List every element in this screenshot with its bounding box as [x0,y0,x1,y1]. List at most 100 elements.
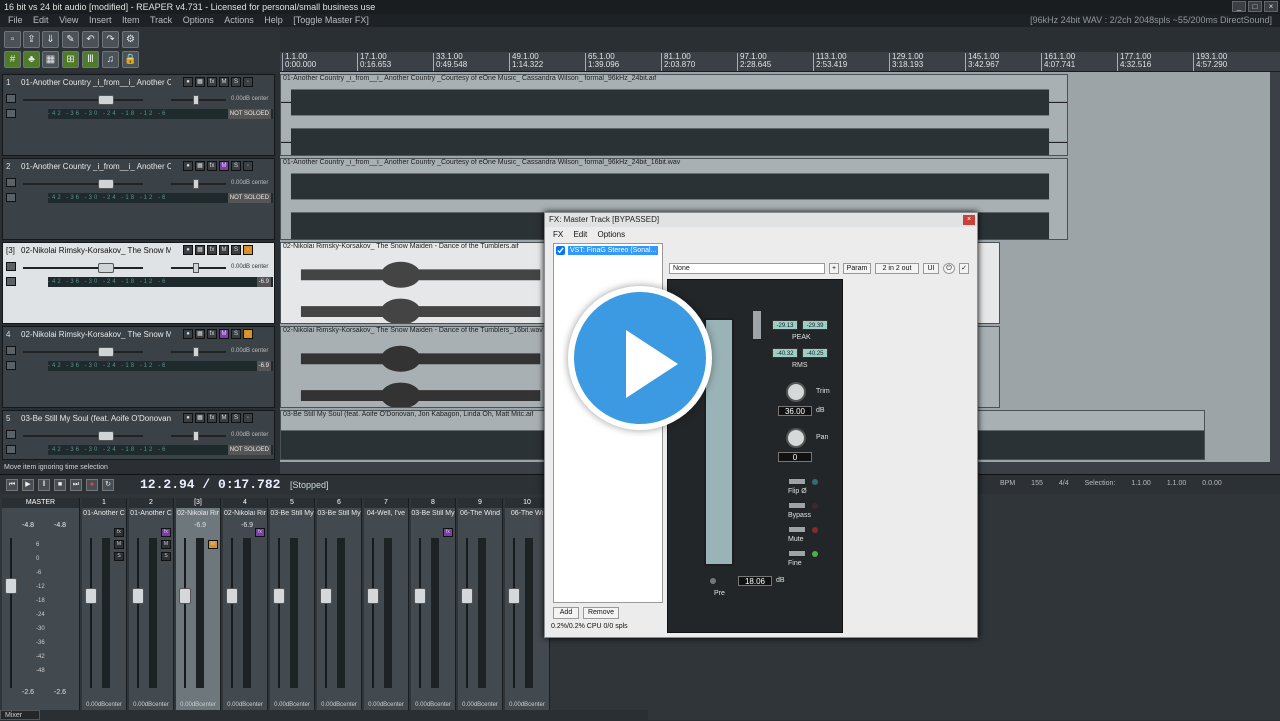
envelope-points-icon[interactable]: ♫ [102,51,119,68]
menu-help[interactable]: Help [264,15,283,25]
menu-actions[interactable]: Actions [224,15,254,25]
trim-value[interactable]: 36.00 [778,406,812,416]
pause-icon[interactable]: ‖ [38,479,50,491]
io-button[interactable]: ◦ [243,245,253,255]
mixer-tab[interactable]: Mixer [0,710,40,720]
solo-button[interactable]: S [231,77,241,87]
strip-fader-track[interactable] [372,538,374,688]
strip-fader-knob[interactable] [508,588,520,604]
track-name[interactable]: 01-Another Country _i_from__i_ Another C… [21,78,171,87]
volume-knob[interactable] [98,95,114,105]
strip-fader-track[interactable] [325,538,327,688]
vertical-scrollbar[interactable] [1270,72,1280,462]
solo-button[interactable]: S [231,245,241,255]
volume-slider[interactable] [23,351,143,353]
volume-knob[interactable] [98,179,114,189]
mute-button[interactable]: M [219,77,229,87]
strip-name[interactable]: 02-Nikolai Rir [176,510,220,520]
go-to-end-icon[interactable]: ⏭ [70,479,82,491]
io-button[interactable]: ◦ [243,413,253,423]
monitor-button[interactable]: ▦ [195,245,205,255]
mute-button[interactable]: M [219,161,229,171]
record-arm-button[interactable]: ● [183,77,193,87]
track-header[interactable]: 5 03-Be Still My Soul (feat. Aoife O'Don… [2,410,275,460]
volume-slider[interactable] [23,183,143,185]
mute-button[interactable]: M [219,413,229,423]
project-settings-icon[interactable]: ✎ [62,31,79,48]
pan-knob[interactable] [193,263,199,273]
fx-chain-item[interactable]: VST: FinaG Stereo (Sonal... [556,246,659,255]
record-arm-button[interactable]: ● [183,161,193,171]
auto-crossfade-icon[interactable]: Ⅲ [82,51,99,68]
strip-fader-knob[interactable] [179,588,191,604]
trim-knob[interactable] [786,382,806,402]
strip-name[interactable]: 06-The Wi [505,510,549,520]
strip-fader-knob[interactable] [320,588,332,604]
pan-knob[interactable] [193,431,199,441]
strip-fx-button[interactable]: fx [255,528,265,537]
volume-slider[interactable] [23,99,143,101]
open-project-icon[interactable]: ⇪ [23,31,40,48]
io-button[interactable]: ◦ [243,161,253,171]
solo-button[interactable]: S [231,161,241,171]
strip-fader-track[interactable] [137,538,139,688]
undo-icon[interactable]: ↶ [82,31,99,48]
pan-knob[interactable] [193,179,199,189]
master-fader-track[interactable] [10,538,12,688]
fx-menu-options[interactable]: Options [598,230,626,239]
track-name[interactable]: 02-Nikolai Rimsky-Korsakov_ The Snow Mai… [21,246,171,255]
preset-select[interactable]: None [669,263,825,274]
bypass-switch[interactable] [788,502,806,509]
phase-button[interactable] [6,430,16,439]
play-icon[interactable] [568,286,712,430]
media-item[interactable]: 01-Another Country _i_from__i_ Another C… [280,74,1068,156]
strip-fader-track[interactable] [419,538,421,688]
menu-file[interactable]: File [8,15,23,25]
redo-icon[interactable]: ↷ [102,31,119,48]
strip-fader-knob[interactable] [273,588,285,604]
menu-insert[interactable]: Insert [89,15,112,25]
strip-fader-track[interactable] [466,538,468,688]
track-name[interactable]: 01-Another Country _i_from__i_ Another C… [21,162,171,171]
mute-switch[interactable] [788,526,806,533]
strip-mute-button[interactable]: M [208,540,218,549]
pan-value[interactable]: 0 [778,452,812,462]
strip-name[interactable]: 04-Well, I've [364,510,408,520]
strip-fx-button[interactable]: fx [161,528,171,537]
selection-length[interactable]: 0.0.00 [1202,480,1221,487]
solo-button[interactable]: S [231,329,241,339]
strip-name[interactable]: 02-Nikolai Rir [223,510,267,520]
stop-icon[interactable]: ■ [54,479,66,491]
fx-enable-checkbox[interactable] [556,246,565,255]
pan-knob[interactable] [786,428,806,448]
volume-slider[interactable] [23,267,143,269]
envelope-button[interactable] [6,361,16,370]
monitor-button[interactable]: ▦ [195,329,205,339]
phase-button[interactable] [6,262,16,271]
phase-button[interactable] [6,346,16,355]
strip-fader-knob[interactable] [226,588,238,604]
volume-slider[interactable] [23,435,143,437]
menu-toggle-master-fx[interactable]: [Toggle Master FX] [293,15,369,25]
io-button[interactable]: ◦ [243,77,253,87]
monitor-button[interactable]: ▦ [195,161,205,171]
new-project-icon[interactable]: ▫ [4,31,21,48]
ui-toggle-button[interactable]: UI [923,263,939,274]
bypass-power-icon[interactable]: ⏻ [943,263,955,274]
strip-mute-button[interactable]: M [161,540,171,549]
menu-options[interactable]: Options [183,15,214,25]
envelope-button[interactable] [6,193,16,202]
strip-name[interactable]: 01-Another C [129,510,173,520]
fx-enable-toggle[interactable]: ✓ [959,263,969,274]
repeat-icon[interactable]: ↻ [102,479,114,491]
fx-menu-edit[interactable]: Edit [573,230,587,239]
strip-fader-knob[interactable] [461,588,473,604]
strip-fader-track[interactable] [90,538,92,688]
strip-fader-track[interactable] [231,538,233,688]
save-project-icon[interactable]: ⇓ [42,31,59,48]
phase-button[interactable] [6,178,16,187]
envelope-button[interactable] [6,277,16,286]
fx-button[interactable]: fx [207,77,217,87]
track-name[interactable]: 03-Be Still My Soul (feat. Aoife O'Donov… [21,414,171,423]
strip-solo-button[interactable]: S [161,552,171,561]
